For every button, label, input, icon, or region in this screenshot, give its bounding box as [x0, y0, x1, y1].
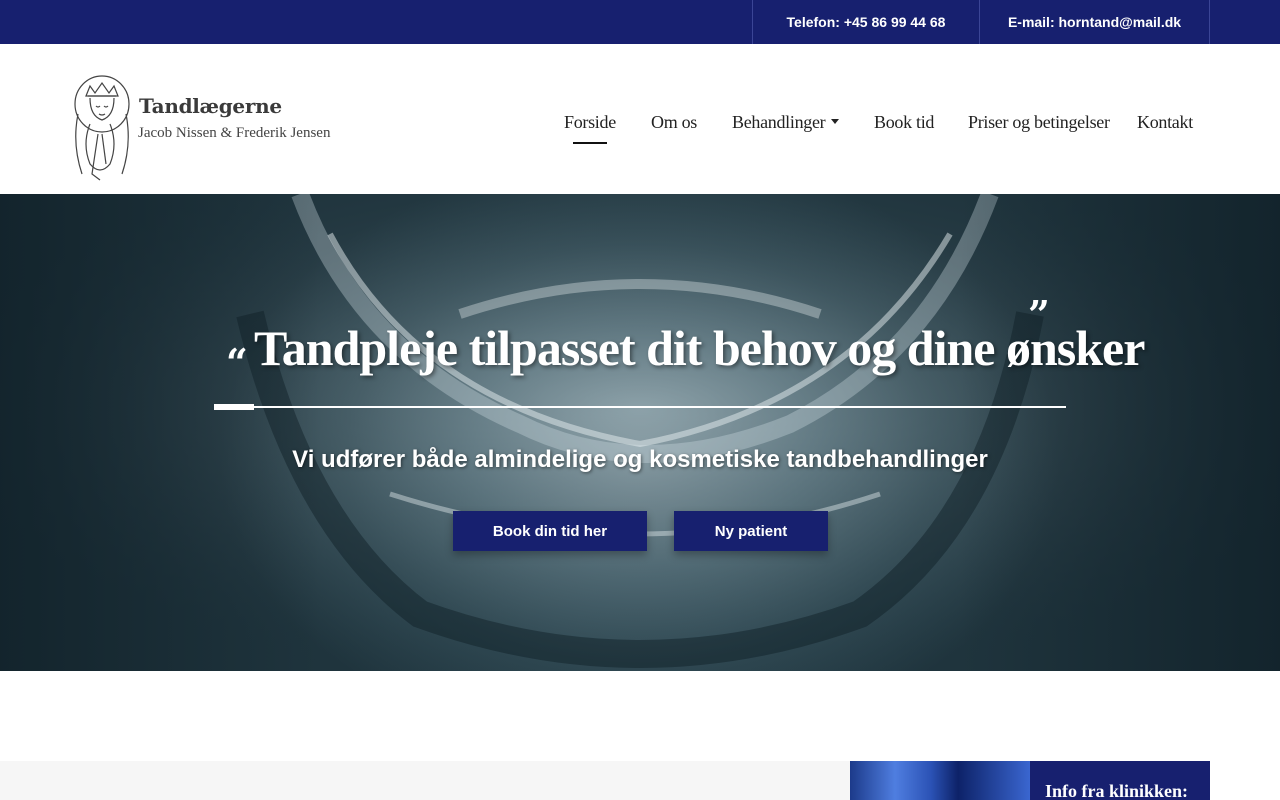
- book-appointment-button[interactable]: Book din tid her: [453, 511, 647, 551]
- nav-item-om-os[interactable]: Om os: [651, 112, 697, 133]
- brand-title: Tandlægerne: [139, 94, 282, 118]
- saint-logo-icon: [74, 75, 130, 181]
- nav-item-priser[interactable]: Priser og betingelser: [968, 112, 1110, 133]
- brand-subtitle: Jacob Nissen & Frederik Jensen: [138, 125, 331, 141]
- site-header: Tandlægerne Jacob Nissen & Frederik Jens…: [0, 44, 1280, 194]
- quote-open-icon: “: [226, 340, 248, 385]
- nav-item-book-tid[interactable]: Book tid: [874, 112, 934, 133]
- nav-item-kontakt[interactable]: Kontakt: [1137, 112, 1193, 133]
- clinic-info-image: [850, 761, 1030, 800]
- content-section-background: [0, 761, 850, 800]
- email-link[interactable]: E-mail: horntand@mail.dk: [979, 0, 1210, 44]
- hero-banner: “ Tandpleje tilpasset dit behov og dine …: [0, 194, 1280, 671]
- top-contact-bar: Telefon: +45 86 99 44 68 E-mail: horntan…: [0, 0, 1280, 44]
- nav-item-behandlinger-label: Behandlinger: [732, 112, 826, 132]
- nav-item-forside[interactable]: Forside: [564, 112, 616, 144]
- hero-background-image: [0, 194, 1280, 671]
- clinic-info-box: Info fra klinikken:: [1030, 761, 1210, 800]
- hero-divider-accent: [214, 404, 254, 410]
- phone-link[interactable]: Telefon: +45 86 99 44 68: [752, 0, 979, 44]
- clinic-info-title: Info fra klinikken:: [1045, 781, 1189, 800]
- new-patient-button[interactable]: Ny patient: [674, 511, 828, 551]
- quote-close-icon: ”: [1028, 292, 1050, 337]
- hero-subtitle: Vi udfører både almindelige og kosmetisk…: [292, 446, 988, 473]
- caret-down-icon: [831, 119, 840, 125]
- hero-divider: [214, 406, 1066, 408]
- main-navigation: Forside Om os Behandlinger Book tid Pris…: [544, 44, 1210, 194]
- nav-item-behandlinger[interactable]: Behandlinger: [732, 112, 840, 133]
- hero-title: Tandpleje tilpasset dit behov og dine øn…: [254, 320, 1145, 376]
- site-logo[interactable]: Tandlægerne Jacob Nissen & Frederik Jens…: [68, 74, 330, 184]
